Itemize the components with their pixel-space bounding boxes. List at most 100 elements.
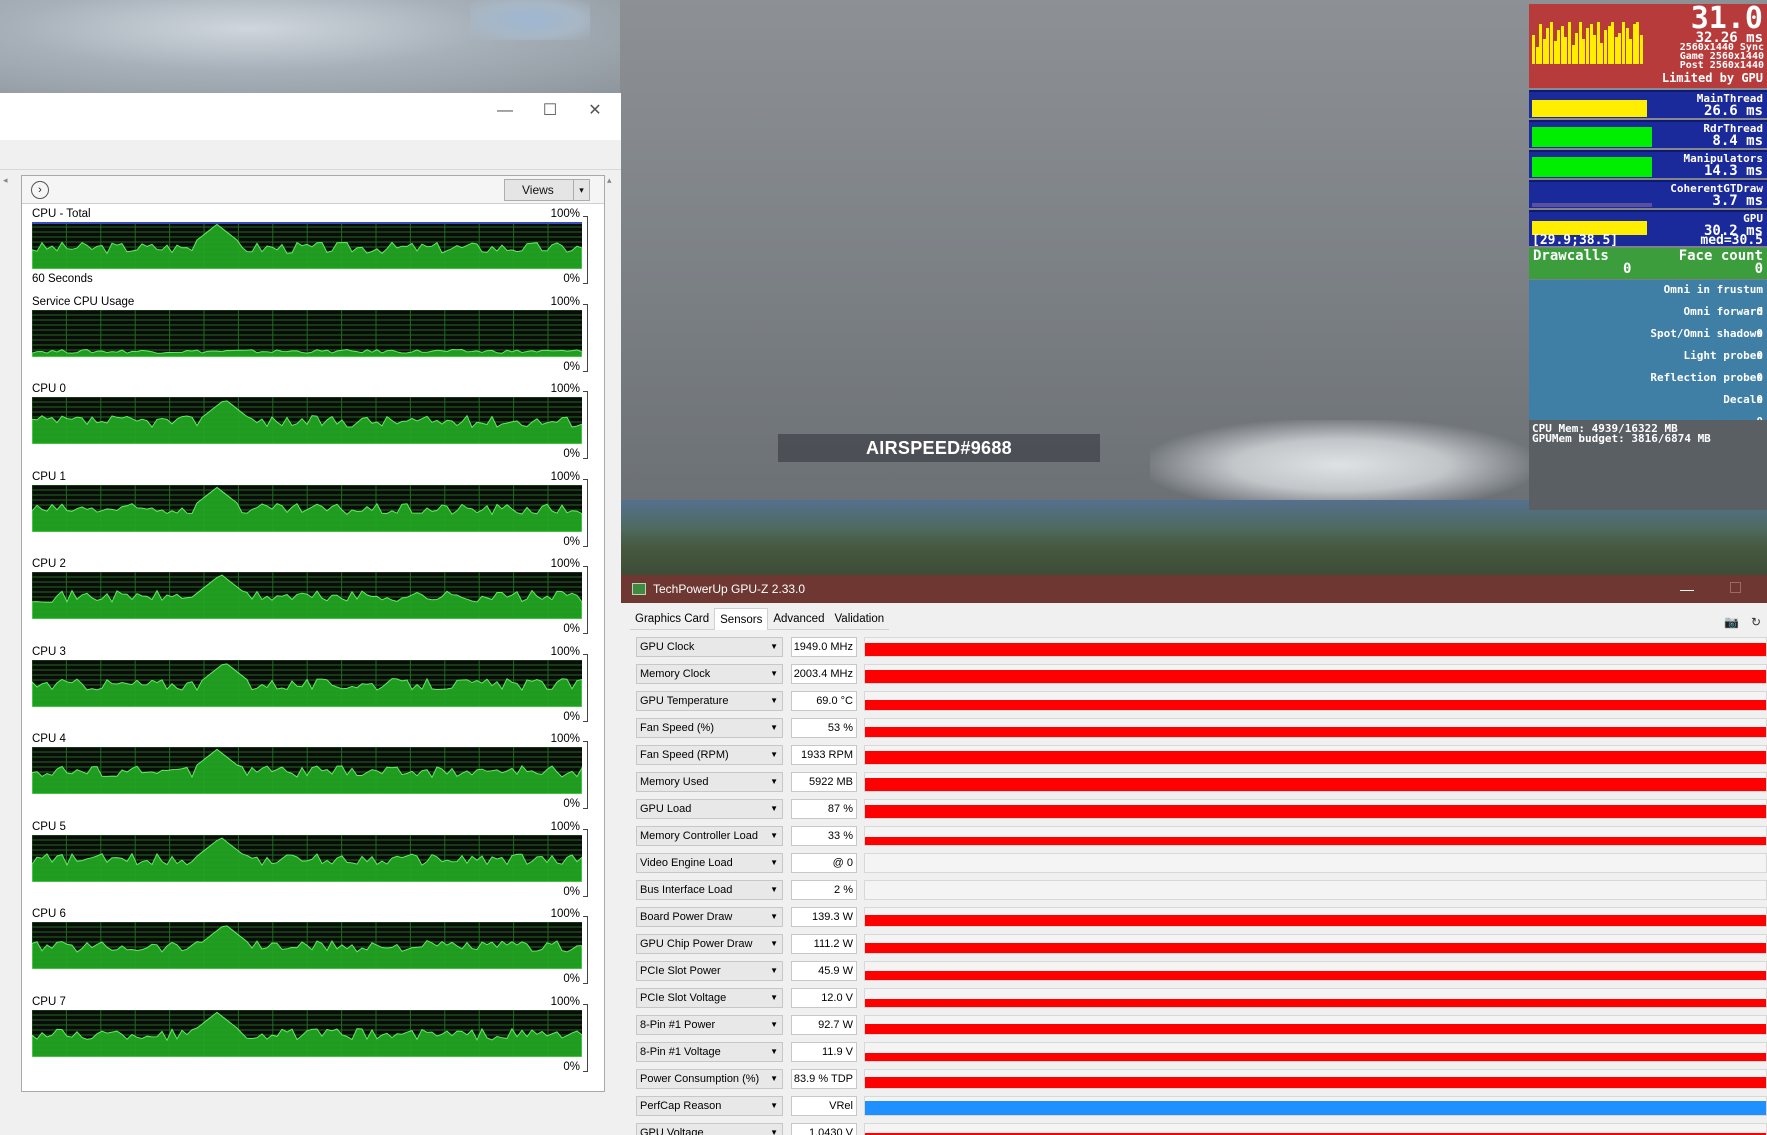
sensor-history-graph	[864, 1015, 1767, 1035]
chevron-down-icon[interactable]: ▼	[770, 773, 778, 791]
tab-graphics-card[interactable]: Graphics Card	[630, 608, 715, 630]
sensor-history-graph	[864, 907, 1767, 927]
sensor-row: GPU Temperature ▼ 69.0 °C	[636, 690, 1767, 712]
graphs-toolbar: › Views ▾	[22, 176, 604, 204]
tab-validation[interactable]: Validation	[829, 608, 890, 630]
maximize-icon[interactable]	[1730, 582, 1741, 593]
sensor-graph-fill	[865, 778, 1766, 791]
sensor-name-dropdown[interactable]: PerfCap Reason ▼	[636, 1096, 783, 1116]
chevron-down-icon[interactable]: ▼	[770, 989, 778, 1007]
gpu-chip-icon	[632, 583, 646, 595]
perf-toolbar-strip	[0, 140, 621, 170]
minimize-icon[interactable]: —	[1680, 575, 1694, 603]
chevron-down-icon[interactable]: ▼	[770, 665, 778, 683]
sensor-name-dropdown[interactable]: GPU Load ▼	[636, 799, 783, 819]
chevron-down-icon[interactable]: ▼	[770, 1016, 778, 1034]
sensor-value: 45.9 W	[791, 961, 857, 981]
sensor-name: PCIe Slot Voltage	[640, 992, 727, 1004]
sensor-name-dropdown[interactable]: GPU Voltage ▼	[636, 1123, 783, 1135]
graph-scale-bracket	[583, 916, 588, 984]
sensor-value: 1933 RPM	[791, 745, 857, 765]
maximize-icon[interactable]: ☐	[540, 101, 560, 121]
chevron-down-icon[interactable]: ▼	[770, 881, 778, 899]
frame-time-bar	[1611, 22, 1615, 64]
drawcalls-block: Drawcalls Face count 0 0	[1529, 248, 1767, 279]
chevron-down-icon[interactable]: ▼	[770, 935, 778, 953]
chevron-down-icon[interactable]: ▼	[770, 800, 778, 818]
sensor-name-dropdown[interactable]: Bus Interface Load ▼	[636, 880, 783, 900]
cloud-highlight	[1150, 420, 1530, 510]
cpu-usage-plot	[32, 222, 582, 269]
sensor-row: Board Power Draw ▼ 139.3 W	[636, 906, 1767, 928]
sensor-name: Board Power Draw	[640, 911, 733, 923]
camera-icon[interactable]: 📷	[1724, 615, 1739, 629]
sensor-graph-fill	[865, 1077, 1766, 1088]
sensor-history-graph	[864, 880, 1767, 900]
sensor-name-dropdown[interactable]: 8-Pin #1 Voltage ▼	[636, 1042, 783, 1062]
sensor-name: GPU Voltage	[640, 1127, 704, 1135]
sensor-row: GPU Clock ▼ 1949.0 MHz	[636, 636, 1767, 658]
graph-max-label: 100%	[550, 820, 580, 833]
tab-sensors[interactable]: Sensors	[714, 608, 769, 630]
chevron-down-icon[interactable]: ▼	[770, 854, 778, 872]
coherent-value: 3.7 ms	[1712, 193, 1763, 209]
chevron-down-icon[interactable]: ▼	[770, 1124, 778, 1135]
sensor-name-dropdown[interactable]: PCIe Slot Power ▼	[636, 961, 783, 981]
chevron-down-icon[interactable]: ▼	[770, 719, 778, 737]
sensor-graph-fill	[865, 1052, 1766, 1061]
tab-advanced[interactable]: Advanced	[768, 608, 830, 630]
chevron-down-icon[interactable]: ▼	[770, 746, 778, 764]
sensor-name-dropdown[interactable]: Video Engine Load ▼	[636, 853, 783, 873]
sensor-value: 87 %	[791, 799, 857, 819]
sensor-history-graph	[864, 745, 1767, 765]
sensor-name-dropdown[interactable]: Board Power Draw ▼	[636, 907, 783, 927]
expand-icon[interactable]: ›	[31, 181, 49, 199]
sensor-name-dropdown[interactable]: Memory Clock ▼	[636, 664, 783, 684]
coherent-bar	[1532, 203, 1652, 207]
scroll-up-icon[interactable]: ▴	[607, 175, 612, 186]
sensor-name-dropdown[interactable]: 8-Pin #1 Power ▼	[636, 1015, 783, 1035]
sensor-name-dropdown[interactable]: PCIe Slot Voltage ▼	[636, 988, 783, 1008]
views-button[interactable]: Views ▾	[504, 179, 590, 201]
graph-title: CPU 0	[32, 383, 66, 395]
sensor-name-dropdown[interactable]: Memory Used ▼	[636, 772, 783, 792]
graph-title: CPU 7	[32, 995, 66, 1008]
graph-max-label: 100%	[550, 995, 580, 1008]
scroll-left-icon[interactable]: ◂	[3, 175, 8, 186]
frame-time-bar	[1586, 28, 1589, 64]
sensor-name-dropdown[interactable]: Memory Controller Load ▼	[636, 826, 783, 846]
chevron-down-icon[interactable]: ▼	[770, 962, 778, 980]
sensor-name-dropdown[interactable]: Fan Speed (RPM) ▼	[636, 745, 783, 765]
sensor-history-graph	[864, 961, 1767, 981]
sensor-row: Power Consumption (%) ▼ 83.9 % TDP	[636, 1068, 1767, 1090]
sensor-name-dropdown[interactable]: GPU Temperature ▼	[636, 691, 783, 711]
minimize-icon[interactable]: —	[495, 101, 515, 121]
refresh-icon[interactable]: ↻	[1751, 615, 1761, 629]
graph-min-label: 0%	[563, 710, 580, 723]
chevron-down-icon[interactable]: ▼	[770, 638, 778, 656]
graph-scale-bracket	[583, 828, 588, 897]
chevron-down-icon[interactable]: ▼	[770, 1097, 778, 1115]
frame-time-bar	[1622, 22, 1625, 64]
cpu-graph: CPU - Total 100% 0% 60 Seconds	[30, 208, 590, 286]
sensor-name-dropdown[interactable]: GPU Chip Power Draw ▼	[636, 934, 783, 954]
chevron-down-icon[interactable]: ▼	[770, 827, 778, 845]
probes-block: Omni in frustum 0 Omni forward 0 Spot/Omni…	[1529, 280, 1767, 427]
sensor-name-dropdown[interactable]: Power Consumption (%) ▼	[636, 1069, 783, 1089]
chevron-down-icon[interactable]: ▼	[770, 1043, 778, 1061]
chevron-down-icon[interactable]: ▼	[770, 1070, 778, 1088]
chevron-down-icon[interactable]: ▼	[770, 692, 778, 710]
gpu-mem: GPUMem budget: 3816/6874 MB	[1532, 432, 1711, 445]
sensor-value: 1949.0 MHz	[791, 637, 857, 657]
cpu-usage-plot	[32, 484, 582, 532]
sensor-name: Power Consumption (%)	[640, 1073, 760, 1085]
cpu-graph: CPU 4 100% 0%	[30, 733, 590, 811]
chevron-down-icon[interactable]: ▼	[770, 908, 778, 926]
graph-title: CPU 5	[32, 820, 66, 833]
graph-min-label: 0%	[563, 360, 580, 373]
graph-scale-bracket	[583, 566, 588, 634]
chevron-down-icon[interactable]: ▾	[573, 180, 589, 200]
close-icon[interactable]: ✕	[585, 101, 605, 121]
sensor-name-dropdown[interactable]: Fan Speed (%) ▼	[636, 718, 783, 738]
sensor-name-dropdown[interactable]: GPU Clock ▼	[636, 637, 783, 657]
